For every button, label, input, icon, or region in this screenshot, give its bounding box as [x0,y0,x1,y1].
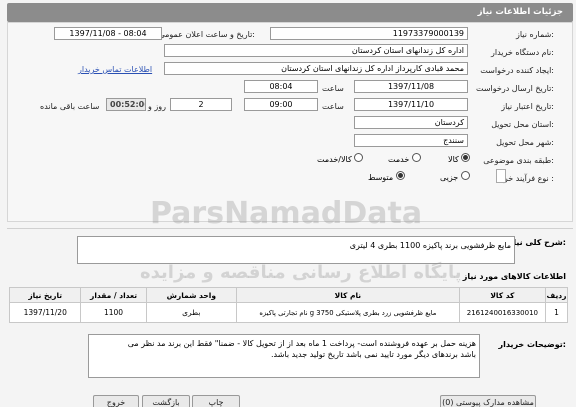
remaining-time-field: 00:52:06 [106,98,146,111]
need-number-field: 11973379000139 [270,27,468,40]
buyer-contact-link[interactable]: اطلاعات تماس خریدار [78,65,152,74]
send-date-field: 1397/11/08 [354,80,468,93]
print-button[interactable]: چاپ [192,395,240,407]
process-radio-minor[interactable]: جزیی [440,171,470,182]
remaining-days-field: 2 [170,98,232,111]
province-label: استان محل تحویل: [491,120,554,129]
cell-code: 2161240016330010 [458,302,546,323]
creator-field: محمد قبادی کارپرداز اداره کل زندانهای اس… [164,62,468,75]
send-time-label: ساعت [322,84,344,93]
cell-qty: 1100 [80,302,147,323]
valid-time-label: ساعت [322,102,344,111]
watermark-subtext: پایگاه اطلاع رسانی مناقصه و مزایده [140,262,462,283]
col-row: ردیف [544,287,569,303]
city-field: سنندج [354,134,468,147]
table-row[interactable]: 1397/11/20 1100 بطری مایع ظرفشویی زرد بط… [8,302,569,323]
category-label: طبقه بندی موضوعی: [483,156,554,165]
notes-label: توضیحات خریدار: [498,340,566,349]
category-radio-goods-service[interactable]: کالا/خدمت [317,153,364,164]
back-button[interactable]: بازگشت [142,395,190,407]
items-table: تاریخ نیاز تعداد / مقدار واحد شمارش نام … [8,287,569,323]
summary-field: مایع ظرفشویی برند پاکیزه 1100 بطری 4 لیت… [77,236,515,264]
announce-date-label: تاریخ و ساعت اعلان عمومی: [158,30,255,39]
attachments-button[interactable]: مشاهده مدارک پیوستی (0) [440,395,536,407]
process-info-icon[interactable] [496,169,506,183]
province-field: کردستان [354,116,468,129]
col-name: نام کالا [235,287,460,303]
remaining-days-label: روز و [148,102,166,111]
cell-row: 1 [544,302,569,323]
need-number-label: شماره نیاز: [515,30,554,39]
radio-minor-icon [460,171,470,180]
valid-date-field: 1397/11/10 [354,98,468,111]
send-date-label: تاریخ ارسال درخواست: [475,84,554,93]
buyer-field: اداره کل زندانهای استان کردستان [164,44,468,57]
items-section-title: اطلاعات کالاهای مورد نیاز [462,272,566,281]
creator-label: ایجاد کننده درخواست: [480,66,554,75]
items-table-wrapper: تاریخ نیاز تعداد / مقدار واحد شمارش نام … [8,287,569,323]
col-code: کد کالا [458,287,546,303]
radio-goods-service-icon [354,153,364,162]
col-unit: واحد شمارش [145,287,237,303]
exit-button[interactable]: خروج [93,395,139,407]
city-label: شهر محل تحویل: [496,138,554,147]
radio-service-icon [411,153,421,162]
cell-unit: بطری [145,302,237,323]
summary-label: شرح کلی نیاز: [508,238,566,247]
valid-time-field: 09:00 [244,98,318,111]
col-qty: تعداد / مقدار [80,287,147,303]
col-date: تاریخ نیاز [8,287,82,303]
buyer-label: نام دستگاه خریدار: [490,48,554,57]
remaining-time-label: ساعت باقی مانده [40,102,100,111]
valid-date-label: تاریخ اعتبار نیاز: [501,102,554,111]
items-table-header: تاریخ نیاز تعداد / مقدار واحد شمارش نام … [8,287,569,303]
page-title: جزئیات اطلاعات نیاز [477,7,563,17]
process-radio-medium[interactable]: متوسط [368,171,405,182]
radio-goods-icon [461,153,471,162]
radio-medium-icon [395,171,405,180]
notes-line-2: باشد برندهای دیگر مورد تایید نمی باشد تا… [270,350,476,359]
category-radio-service[interactable]: خدمت [388,153,421,164]
category-radio-goods[interactable]: کالا [448,153,471,164]
notes-line-1: هزینه حمل بر عهده فروشنده است- پرداخت 1 … [127,339,476,348]
notes-field: هزینه حمل بر عهده فروشنده است- پرداخت 1 … [88,334,480,378]
send-time-field: 08:04 [244,80,318,93]
section-divider [7,228,573,229]
cell-date: 1397/11/20 [8,302,82,323]
page-header: جزئیات اطلاعات نیاز [7,3,573,22]
cell-name: مایع ظرفشویی زرد بطری پلاستیکی 3750 g نا… [235,302,460,323]
announce-date-field: 1397/11/08 - 08:04 [54,27,162,40]
